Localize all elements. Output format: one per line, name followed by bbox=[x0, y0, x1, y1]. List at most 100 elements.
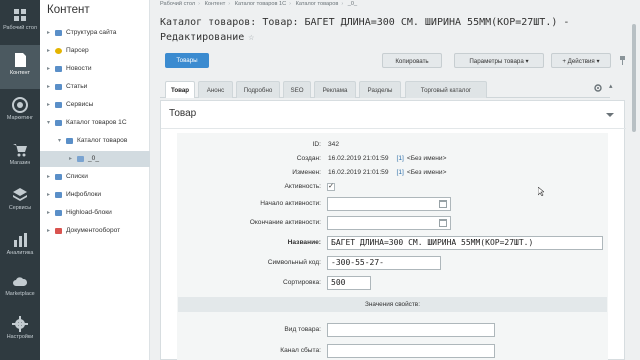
modified-info: 16.02.2019 21:01:59 [1] <Без имени> bbox=[328, 169, 446, 176]
product-params-label: Параметры товара bbox=[469, 58, 524, 65]
page-scrollbar[interactable] bbox=[630, 0, 640, 360]
product-type-input[interactable] bbox=[327, 323, 495, 337]
expand-icon[interactable]: ▸ bbox=[47, 187, 50, 203]
tree-item-news[interactable]: ▸ Новости bbox=[40, 61, 150, 77]
expand-icon[interactable]: ▸ bbox=[47, 43, 50, 59]
expand-icon[interactable]: ▸ bbox=[47, 61, 50, 77]
tree-item-site-structure[interactable]: ▸ Структура сайта bbox=[40, 25, 150, 41]
product-params-button[interactable]: Параметры товара ▾ bbox=[454, 53, 544, 68]
tab-announce[interactable]: Анонс bbox=[198, 81, 233, 98]
layers-icon bbox=[13, 188, 27, 201]
expand-icon[interactable]: ▸ bbox=[47, 169, 50, 185]
tree-title: Контент bbox=[47, 4, 90, 16]
calendar-icon[interactable] bbox=[439, 200, 447, 208]
rail-desktop[interactable]: Рабочий стол bbox=[0, 0, 40, 44]
actions-button[interactable]: + Действия ▾ bbox=[551, 53, 611, 68]
bar-chart-icon bbox=[14, 233, 27, 247]
tree-item-lists[interactable]: ▸ Списки bbox=[40, 169, 150, 185]
tab-seo[interactable]: SEO bbox=[283, 81, 311, 98]
catalog-icon bbox=[55, 120, 62, 126]
catalog-icon bbox=[66, 138, 73, 144]
breadcrumb-item[interactable]: Контент bbox=[205, 1, 226, 7]
collapse-icon[interactable]: ▾ bbox=[47, 115, 50, 131]
sales-channel-input[interactable] bbox=[327, 344, 495, 358]
active-checkbox[interactable]: ✓ bbox=[327, 183, 335, 191]
workflow-icon bbox=[55, 228, 62, 234]
code-input[interactable]: -300-55-27- bbox=[327, 256, 441, 270]
folder-icon bbox=[77, 156, 84, 162]
tree-item-label: _0_ bbox=[88, 155, 100, 162]
tab-product[interactable]: Товар bbox=[165, 81, 195, 98]
breadcrumb: Рабочий стол › Контент › Каталог товаров 1… bbox=[160, 1, 358, 7]
properties-header: Значения свойств: bbox=[178, 297, 607, 312]
expand-icon[interactable]: ▸ bbox=[47, 79, 50, 95]
tree-item-services[interactable]: ▸ Сервисы bbox=[40, 97, 150, 113]
tree-item-label: Новости bbox=[66, 65, 92, 72]
tab-trade-catalog[interactable]: Торговый каталог bbox=[405, 81, 487, 98]
tree-item-label: Парсер bbox=[66, 47, 89, 54]
rail-label: Маркетинг bbox=[6, 115, 34, 121]
expand-icon[interactable]: ▸ bbox=[47, 97, 50, 113]
rail-label: Аналитика bbox=[6, 250, 34, 256]
calendar-icon[interactable] bbox=[439, 219, 447, 227]
rail-settings[interactable]: Настройки bbox=[0, 309, 40, 353]
folder-icon bbox=[55, 30, 62, 36]
rail-marketing[interactable]: Маркетинг bbox=[0, 90, 40, 134]
breadcrumb-item[interactable]: _0_ bbox=[348, 1, 357, 7]
favorite-star-icon[interactable]: ☆ bbox=[248, 32, 254, 43]
created-value: 16.02.2019 21:01:59 bbox=[328, 155, 389, 162]
tab-settings-gear-icon[interactable] bbox=[594, 84, 602, 92]
rail-services[interactable]: Сервисы bbox=[0, 180, 40, 224]
tree-item-parser[interactable]: ▸ Парсер bbox=[40, 43, 150, 59]
breadcrumb-item[interactable]: Каталог товаров bbox=[296, 1, 339, 7]
active-label: Активность: bbox=[284, 183, 321, 190]
collapse-section-icon[interactable] bbox=[606, 113, 614, 117]
rail-label: Сервисы bbox=[8, 205, 32, 211]
rail-label: Настройки bbox=[6, 334, 34, 340]
tree-item-section-0[interactable]: ▸ _0_ bbox=[40, 151, 150, 167]
rail-shop[interactable]: Магазин bbox=[0, 135, 40, 179]
collapse-icon[interactable]: ▾ bbox=[58, 133, 61, 149]
expand-icon[interactable]: ▸ bbox=[47, 223, 50, 239]
gear-icon bbox=[12, 316, 28, 332]
active-from-input[interactable] bbox=[327, 197, 451, 211]
created-user-link[interactable]: [1] bbox=[397, 155, 404, 162]
code-label: Символьный код: bbox=[267, 259, 321, 266]
tree-item-workflow[interactable]: ▸ Документооборот bbox=[40, 223, 150, 239]
rail-content[interactable]: Контент bbox=[0, 45, 40, 89]
tab-ads[interactable]: Реклама bbox=[314, 81, 356, 98]
tree-item-catalog[interactable]: ▾ Каталог товаров bbox=[40, 133, 150, 149]
name-input[interactable]: БАГЕТ ДЛИНА=300 СМ. ШИРИНА 55ММ(КОР=27ШТ… bbox=[327, 236, 603, 250]
active-to-label: Окончание активности: bbox=[249, 219, 321, 226]
tab-details[interactable]: Подробно bbox=[236, 81, 280, 98]
expand-icon[interactable]: ▸ bbox=[47, 205, 50, 221]
tree-item-infoblocks[interactable]: ▸ Инфоблоки bbox=[40, 187, 150, 203]
sort-input[interactable]: 500 bbox=[327, 276, 371, 290]
modified-user-link[interactable]: [1] bbox=[397, 169, 404, 176]
tabs-collapse-icon[interactable]: ▴ bbox=[609, 82, 613, 90]
scroll-thumb[interactable] bbox=[632, 24, 636, 132]
cloud-icon bbox=[13, 277, 28, 286]
products-list-button[interactable]: Товары bbox=[165, 53, 209, 68]
section-title: Товар bbox=[169, 108, 197, 119]
created-info: 16.02.2019 21:01:59 [1] <Без имени> bbox=[328, 155, 446, 162]
tree-item-catalog-1c[interactable]: ▾ Каталог товаров 1С bbox=[40, 115, 150, 131]
active-to-input[interactable] bbox=[327, 216, 451, 230]
tab-sections[interactable]: Разделы bbox=[359, 81, 401, 98]
tree-item-articles[interactable]: ▸ Статьи bbox=[40, 79, 150, 95]
pin-icon[interactable] bbox=[619, 56, 626, 65]
breadcrumb-item[interactable]: Каталог товаров 1С bbox=[235, 1, 286, 7]
expand-icon[interactable]: ▸ bbox=[47, 25, 50, 41]
tree-item-label: Каталог товаров 1С bbox=[66, 119, 127, 126]
breadcrumb-item[interactable]: Рабочий стол bbox=[160, 1, 195, 7]
dropdown-arrow-icon: ▾ bbox=[525, 58, 529, 65]
tree-item-label: Статьи bbox=[66, 83, 88, 90]
rail-label: Marketplace bbox=[5, 291, 35, 297]
rail-marketplace[interactable]: Marketplace bbox=[0, 266, 40, 310]
rail-analytics[interactable]: Аналитика bbox=[0, 225, 40, 269]
copy-button[interactable]: Копировать bbox=[382, 53, 442, 68]
tree-item-highload[interactable]: ▸ Highload-блоки bbox=[40, 205, 150, 221]
expand-icon[interactable]: ▸ bbox=[69, 151, 72, 167]
divider bbox=[161, 128, 626, 129]
list-icon bbox=[55, 174, 62, 180]
